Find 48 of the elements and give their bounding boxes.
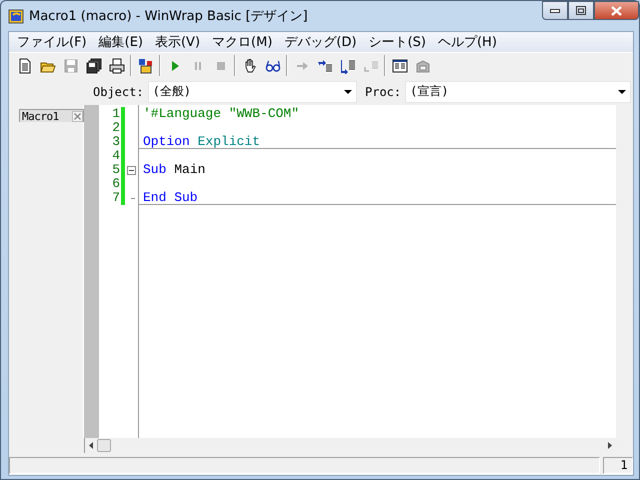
close-button[interactable] bbox=[594, 1, 639, 20]
menu-item[interactable]: ヘルプ(H) bbox=[432, 33, 503, 51]
line-number: 1 bbox=[111, 107, 120, 121]
printer-icon bbox=[108, 58, 124, 74]
scroll-thumb[interactable] bbox=[97, 439, 111, 452]
line-number: 3 bbox=[111, 135, 120, 149]
minimize-icon bbox=[550, 8, 560, 12]
code-line: End Sub bbox=[143, 190, 198, 205]
step-over-icon bbox=[340, 58, 356, 74]
code-line: Sub Main bbox=[143, 162, 206, 177]
collapse-icon[interactable] bbox=[127, 166, 136, 175]
line-number: 4 bbox=[111, 149, 120, 163]
close-icon bbox=[611, 6, 622, 16]
menu-item[interactable]: 編集(E) bbox=[92, 33, 149, 51]
field-label: Proc: bbox=[365, 84, 402, 98]
scroll-right-icon bbox=[608, 442, 612, 449]
new-document-icon bbox=[16, 58, 32, 74]
menu-item[interactable]: デバッグ(D) bbox=[278, 33, 363, 51]
dropdown-field[interactable]: (宣言) bbox=[405, 80, 631, 102]
app-icon bbox=[8, 8, 24, 24]
close-icon[interactable] bbox=[72, 110, 83, 122]
field-label: Object: bbox=[93, 84, 144, 98]
line-number: 2 bbox=[111, 121, 120, 135]
minimize-button[interactable] bbox=[542, 1, 568, 20]
menu-item[interactable]: マクロ(M) bbox=[206, 33, 278, 51]
menu-item[interactable]: シート(S) bbox=[362, 33, 432, 51]
menu-item[interactable]: ファイル(F) bbox=[11, 33, 93, 51]
sheet-tab[interactable]: Macro1 bbox=[19, 109, 84, 122]
scroll-left-icon bbox=[89, 442, 93, 449]
maximize-icon bbox=[576, 6, 586, 15]
code-line: '#Language "WWB-COM" bbox=[143, 106, 300, 121]
menu-item[interactable]: 表示(V) bbox=[148, 33, 206, 51]
caret-icon bbox=[344, 90, 352, 94]
dropdown-field[interactable]: (全般) bbox=[148, 80, 357, 102]
cabinet-icon bbox=[414, 58, 430, 74]
list-window-icon bbox=[392, 58, 408, 74]
line-indicator: 1 bbox=[603, 457, 633, 474]
code-line: Option Explicit bbox=[143, 134, 260, 149]
line-number: 5 bbox=[111, 163, 120, 177]
maximize-button[interactable] bbox=[568, 1, 594, 20]
line-number: 6 bbox=[111, 177, 120, 191]
step-into-icon bbox=[316, 58, 332, 74]
window-title: Macro1 (macro) - WinWrap Basic [デザイン] bbox=[29, 8, 308, 24]
line-number: 7 bbox=[111, 191, 120, 205]
dialog-editor-icon bbox=[138, 58, 154, 74]
stacked-disks-icon bbox=[86, 58, 102, 74]
caret-icon bbox=[618, 90, 626, 94]
code-area[interactable]: '#Language "WWB-COM" Option Explicit Sub Main End Sub bbox=[139, 105, 616, 438]
